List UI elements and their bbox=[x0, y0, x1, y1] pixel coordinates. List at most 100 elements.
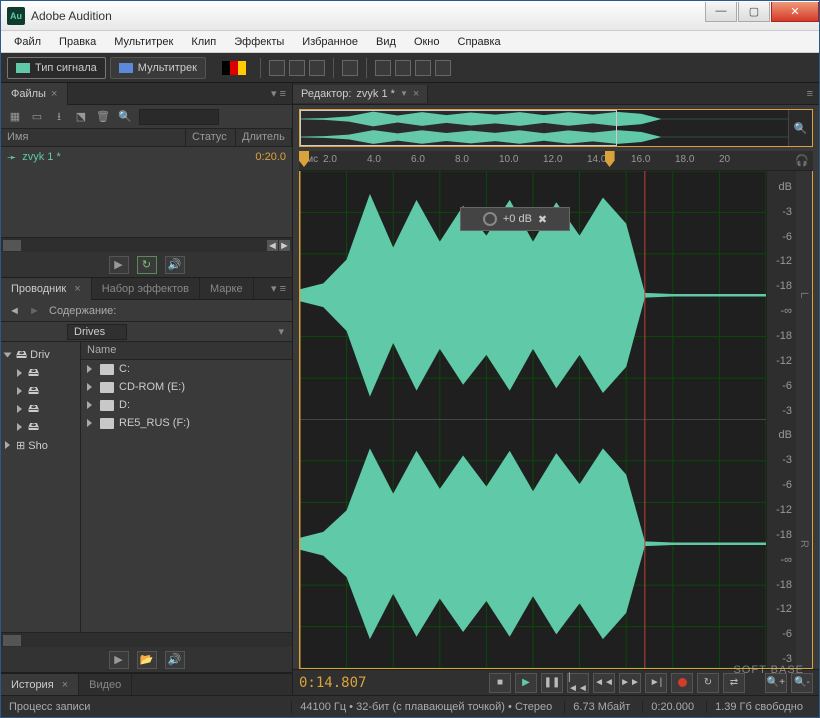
col-duration-header[interactable]: Длитель bbox=[236, 129, 292, 146]
tool-move-icon[interactable] bbox=[269, 60, 285, 76]
menu-клип[interactable]: Клип bbox=[182, 33, 225, 51]
minimize-button[interactable]: — bbox=[705, 2, 737, 22]
tool-marquee-icon[interactable] bbox=[375, 60, 391, 76]
explorer-hscrollbar[interactable] bbox=[1, 632, 292, 647]
history-tab[interactable]: История × bbox=[1, 674, 79, 695]
editor-tab-filename: zvyk 1 * bbox=[356, 88, 395, 100]
language-flag-icon[interactable] bbox=[222, 61, 246, 75]
explorer-import-button[interactable]: 📂 bbox=[137, 651, 157, 669]
zoom-in-button[interactable]: 🔍+ bbox=[765, 673, 787, 693]
stop-button[interactable]: ■ bbox=[489, 673, 511, 693]
tree-node[interactable]: 🖴 bbox=[3, 382, 78, 400]
editor-tab[interactable]: Редактор: zvyk 1 * ▼ × bbox=[293, 85, 428, 103]
tool-slip-icon[interactable] bbox=[309, 60, 325, 76]
drive-icon bbox=[100, 418, 114, 429]
explorer-tab[interactable]: Проводник × bbox=[1, 278, 92, 300]
pin-icon[interactable]: ✖ bbox=[538, 213, 547, 226]
preview-loop-button[interactable]: ↻ bbox=[137, 256, 157, 274]
drive-icon bbox=[100, 400, 114, 411]
menu-избранное[interactable]: Избранное bbox=[293, 33, 367, 51]
col-name-header[interactable]: Имя bbox=[1, 129, 186, 146]
pause-button[interactable]: ❚❚ bbox=[541, 673, 563, 693]
waveform-mode-button[interactable]: Тип сигнала bbox=[7, 57, 106, 79]
zoom-out-button[interactable]: 🔍- bbox=[791, 673, 813, 693]
menu-файл[interactable]: Файл bbox=[5, 33, 50, 51]
tool-time-select-icon[interactable] bbox=[342, 60, 358, 76]
panel-menu-icon[interactable]: ▾ ≡ bbox=[265, 87, 292, 100]
menu-окно[interactable]: Окно bbox=[405, 33, 449, 51]
preview-autoplay-button[interactable]: 🔊 bbox=[165, 256, 185, 274]
status-filesize: 6.73 Мбайт bbox=[564, 701, 638, 713]
history-tab[interactable]: Видео bbox=[79, 674, 132, 695]
content-label: Содержание: bbox=[49, 305, 116, 317]
close-icon[interactable]: × bbox=[51, 88, 57, 100]
status-process: Процесс записи bbox=[9, 701, 90, 713]
explorer-play-button[interactable]: ▶ bbox=[109, 651, 129, 669]
skip-selection-button[interactable]: ⇄ bbox=[723, 673, 745, 693]
tree-node[interactable]: 🖴 Driv bbox=[3, 346, 78, 364]
wave-icon: ➛ bbox=[7, 151, 16, 164]
time-display[interactable]: 0:14.807 bbox=[299, 675, 379, 691]
close-button[interactable]: ✕ bbox=[771, 2, 819, 22]
editor-tab-dropdown-icon[interactable]: ▼ bbox=[400, 89, 408, 98]
files-search-input[interactable] bbox=[139, 109, 219, 125]
menu-вид[interactable]: Вид bbox=[367, 33, 405, 51]
explorer-tab[interactable]: Марке bbox=[200, 278, 254, 300]
time-ruler[interactable]: чмс 2.04.06.08.010.012.014.016.018.020🎧 bbox=[299, 151, 813, 171]
drive-item[interactable]: C: bbox=[81, 360, 292, 378]
files-tab[interactable]: Файлы× bbox=[1, 83, 68, 105]
new-file-icon[interactable]: ▦ bbox=[7, 110, 23, 124]
menu-правка[interactable]: Правка bbox=[50, 33, 105, 51]
headphones-icon[interactable]: 🎧 bbox=[795, 154, 809, 167]
waveform-display[interactable]: +0 dB ✖ bbox=[300, 171, 766, 668]
gain-knob-icon[interactable] bbox=[483, 212, 497, 226]
tree-node[interactable]: 🖴 bbox=[3, 400, 78, 418]
column-picker-icon[interactable]: ▾ bbox=[278, 325, 284, 338]
menu-мультитрек[interactable]: Мультитрек bbox=[105, 33, 182, 51]
tool-lasso-icon[interactable] bbox=[395, 60, 411, 76]
zoom-tool-icon[interactable]: 🔍 bbox=[788, 110, 812, 146]
drive-item[interactable]: CD-ROM (E:) bbox=[81, 378, 292, 396]
trash-icon[interactable]: 🗑 bbox=[95, 110, 111, 124]
maximize-button[interactable]: ▢ bbox=[738, 2, 770, 22]
gain-hud[interactable]: +0 dB ✖ bbox=[460, 207, 570, 231]
tool-razor-icon[interactable] bbox=[289, 60, 305, 76]
rewind-button[interactable]: ◄◄ bbox=[593, 673, 615, 693]
name-column-header[interactable]: Name bbox=[81, 342, 292, 360]
status-duration: 0:20.000 bbox=[642, 701, 702, 713]
amplitude-scale[interactable]: dB-3-6-12-18-∞-18-12-6-3dB-3-6-12-18-∞-1… bbox=[766, 171, 796, 668]
play-button[interactable]: ▶ bbox=[515, 673, 537, 693]
drives-dropdown[interactable]: Drives bbox=[67, 324, 127, 340]
preview-play-button[interactable]: ▶ bbox=[109, 256, 129, 274]
open-file-icon[interactable]: ▭ bbox=[29, 110, 45, 124]
drive-item[interactable]: RE5_RUS (F:) bbox=[81, 414, 292, 432]
menu-справка[interactable]: Справка bbox=[449, 33, 510, 51]
col-status-header[interactable]: Статус bbox=[186, 129, 236, 146]
tree-node[interactable]: 🖴 bbox=[3, 364, 78, 382]
nav-back-icon[interactable]: ◄ bbox=[9, 305, 21, 317]
explorer-tab[interactable]: Набор эффектов bbox=[92, 278, 200, 300]
go-start-button[interactable]: |◄◄ bbox=[567, 673, 589, 693]
files-hscrollbar[interactable]: ◄► bbox=[1, 237, 292, 252]
drive-item[interactable]: D: bbox=[81, 396, 292, 414]
close-icon[interactable]: × bbox=[413, 88, 419, 100]
titlebar: Au Adobe Audition — ▢ ✕ bbox=[1, 1, 819, 31]
loop-button[interactable]: ↻ bbox=[697, 673, 719, 693]
forward-button[interactable]: ►► bbox=[619, 673, 641, 693]
tool-brush-icon[interactable] bbox=[415, 60, 431, 76]
nav-fwd-icon[interactable]: ► bbox=[29, 305, 41, 317]
file-row[interactable]: ➛zvyk 1 *0:20.0 bbox=[1, 147, 292, 167]
import-icon[interactable]: ⭳ bbox=[51, 110, 67, 124]
record-icon[interactable]: ⬔ bbox=[73, 110, 89, 124]
tree-node[interactable]: 🖴 bbox=[3, 418, 78, 436]
overview-navigator[interactable]: 🔍 bbox=[299, 109, 813, 147]
tree-node[interactable]: ⊞ Sho bbox=[3, 436, 78, 454]
record-button[interactable] bbox=[671, 673, 693, 693]
editor-panel-menu-icon[interactable]: ≡ bbox=[801, 88, 819, 100]
menubar: ФайлПравкаМультитрекКлипЭффектыИзбранное… bbox=[1, 31, 819, 53]
multitrack-mode-button[interactable]: Мультитрек bbox=[110, 57, 206, 79]
tool-heal-icon[interactable] bbox=[435, 60, 451, 76]
explorer-autoplay-button[interactable]: 🔊 bbox=[165, 651, 185, 669]
go-end-button[interactable]: ►| bbox=[645, 673, 667, 693]
menu-эффекты[interactable]: Эффекты bbox=[225, 33, 293, 51]
